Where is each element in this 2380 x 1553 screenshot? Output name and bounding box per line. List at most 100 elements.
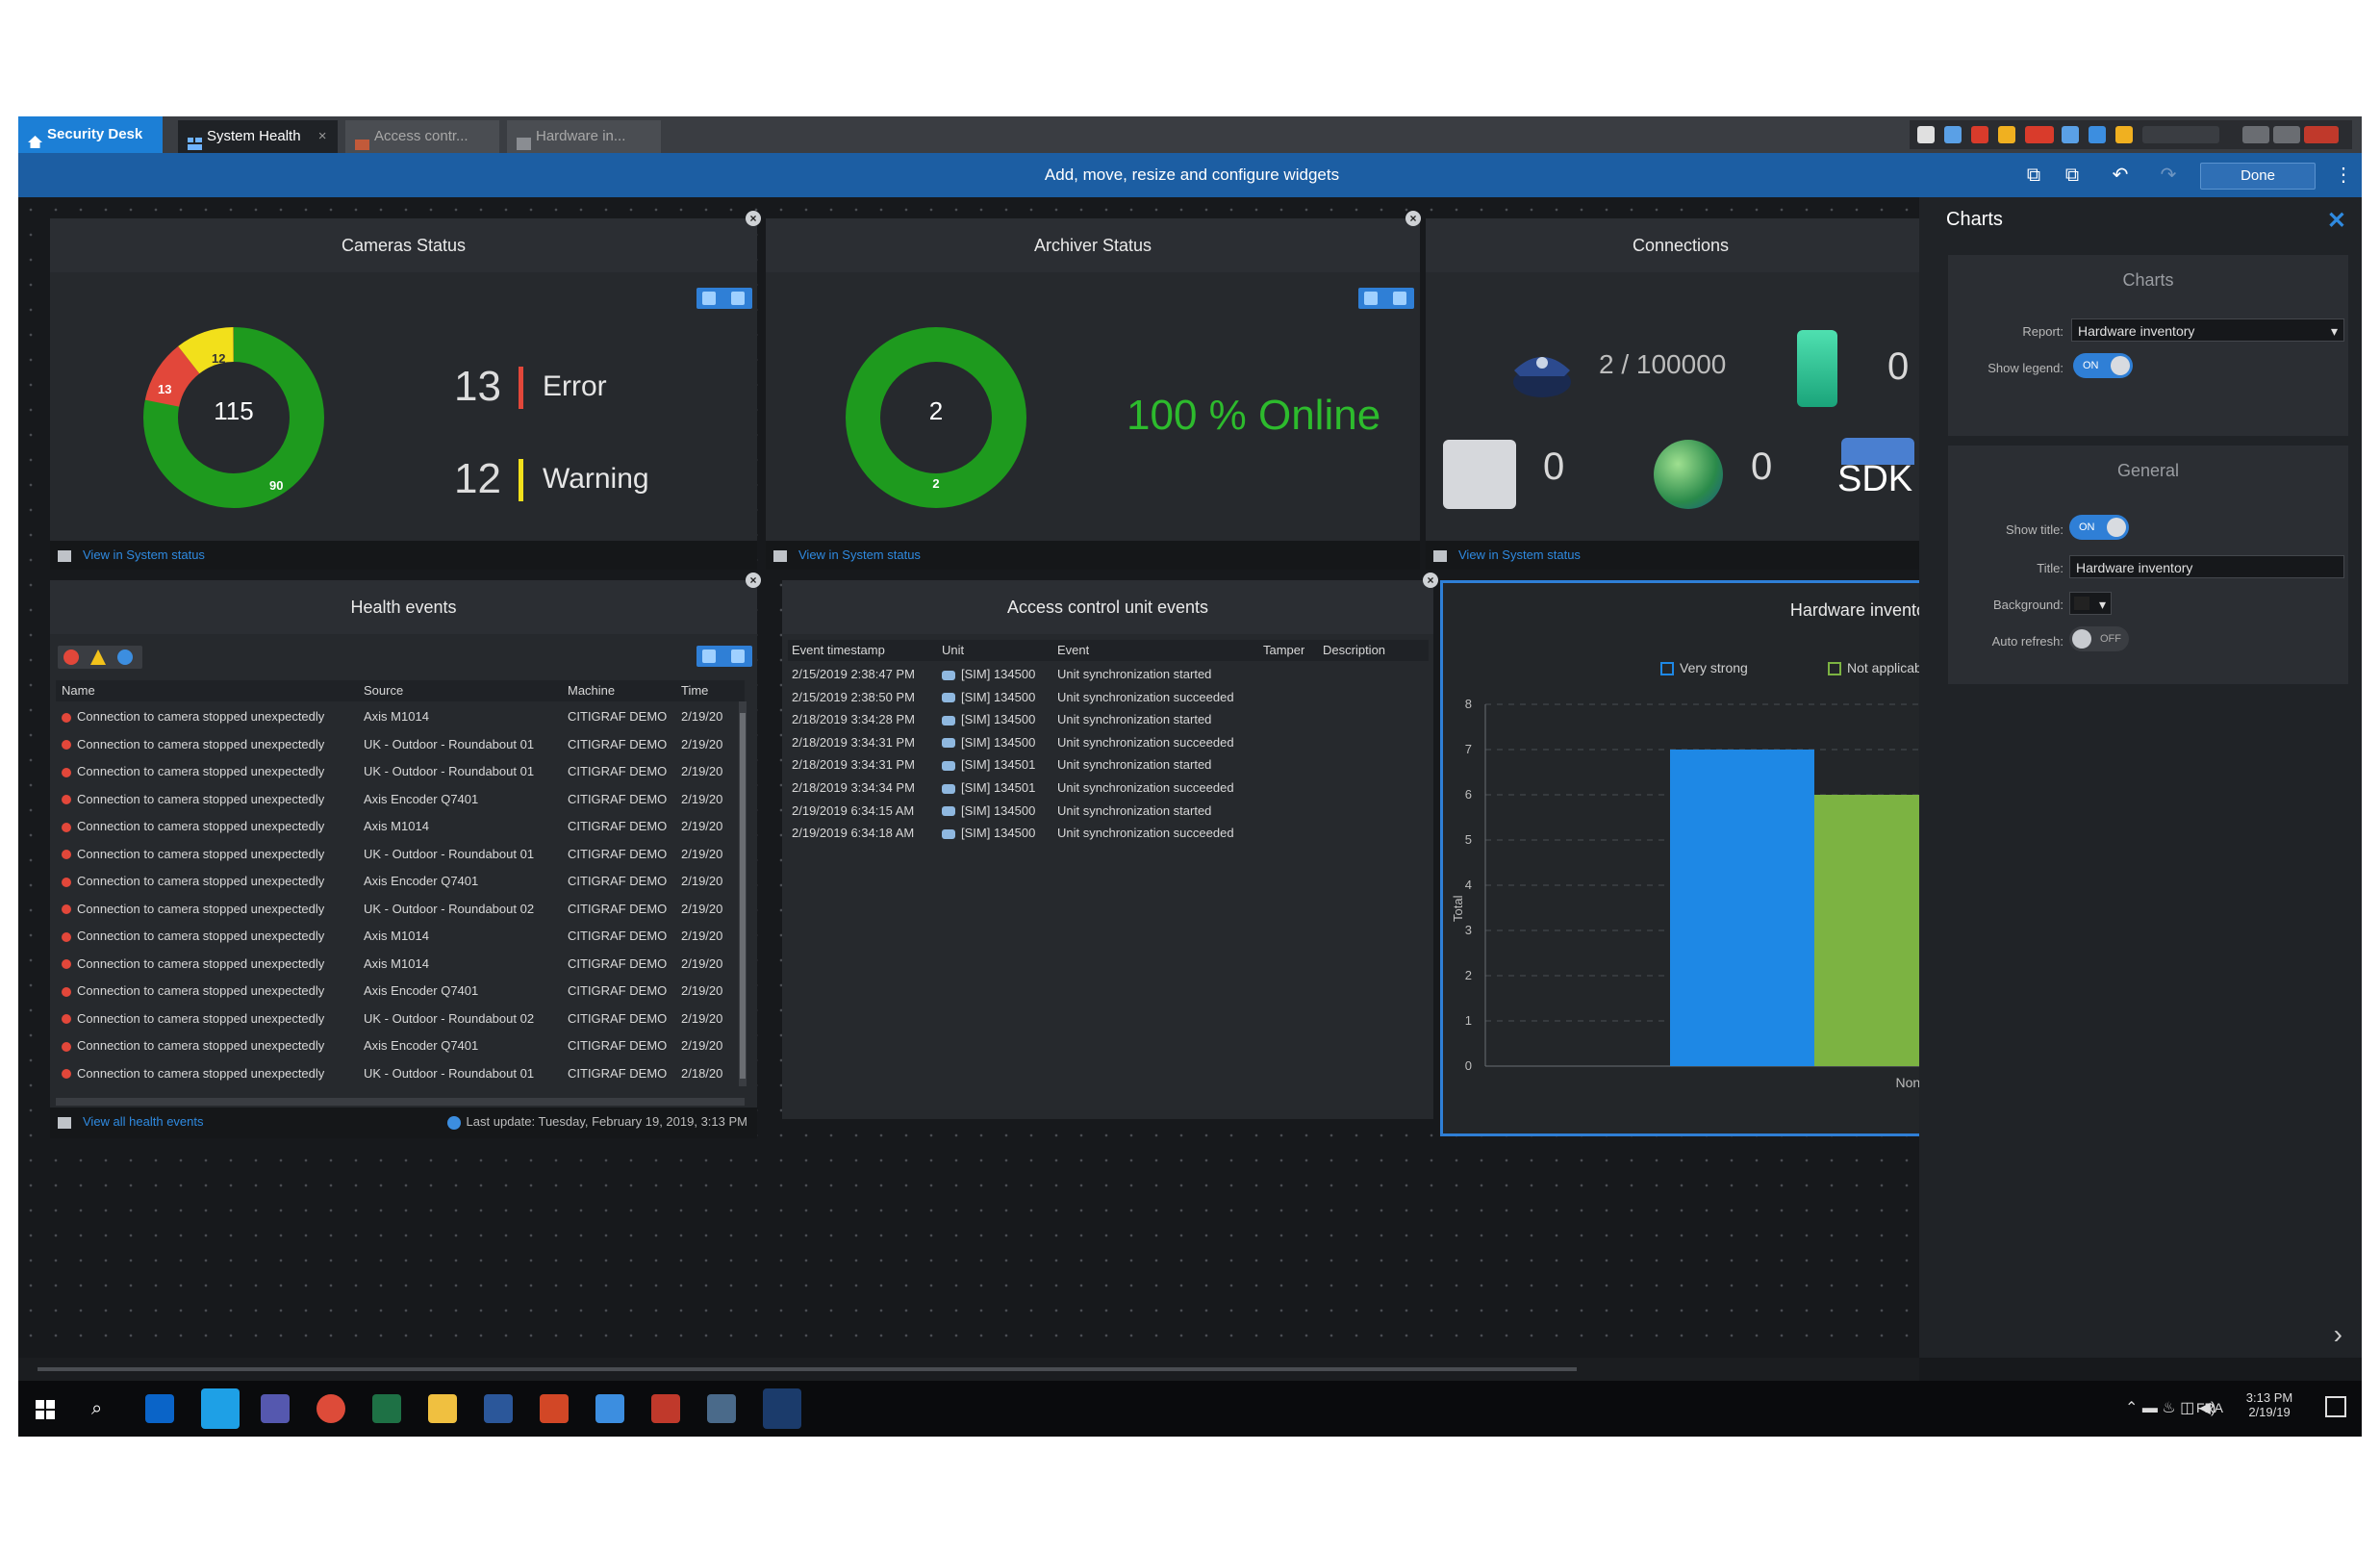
- notification-icon[interactable]: [1998, 126, 2015, 143]
- table-row[interactable]: Connection to camera stopped unexpectedl…: [56, 978, 745, 1005]
- column-header-name[interactable]: Name: [62, 680, 95, 701]
- language-indicator[interactable]: FRA: [2196, 1400, 2223, 1415]
- table-row[interactable]: Connection to camera stopped unexpectedl…: [56, 813, 745, 840]
- view-system-status-link[interactable]: View in System status: [798, 547, 921, 562]
- start-icon[interactable]: [36, 1400, 55, 1419]
- table-row[interactable]: Connection to camera stopped unexpectedl…: [56, 1060, 745, 1087]
- report-select[interactable]: Hardware inventory ▾: [2071, 318, 2344, 342]
- security-desk-icon[interactable]: [763, 1388, 801, 1429]
- column-header-tamper[interactable]: Tamper: [1263, 640, 1304, 661]
- title-input[interactable]: Hardware inventory: [2069, 555, 2344, 578]
- chrome-icon[interactable]: [316, 1394, 345, 1423]
- info-filter-icon[interactable]: [117, 649, 133, 665]
- archiver-status-widget[interactable]: Archiver Status 2 2 100 % Online View in…: [766, 218, 1420, 570]
- tab-security-desk[interactable]: Security Desk: [18, 116, 163, 153]
- tab-system-health[interactable]: System Health ×: [178, 120, 338, 153]
- view-toggle-button[interactable]: [1358, 288, 1414, 309]
- table-row[interactable]: Connection to camera stopped unexpectedl…: [56, 703, 745, 730]
- horizontal-scrollbar[interactable]: [56, 1098, 745, 1106]
- close-widget-icon[interactable]: ×: [1405, 211, 1421, 226]
- table-row[interactable]: Connection to camera stopped unexpectedl…: [56, 923, 745, 950]
- table-row[interactable]: Connection to camera stopped unexpectedl…: [56, 758, 745, 785]
- tab-access-control[interactable]: Access contr...: [345, 120, 499, 153]
- powerpoint-icon[interactable]: [540, 1394, 569, 1423]
- table-row[interactable]: 2/18/2019 3:34:28 PM [SIM] 134500 Unit syn…: [788, 708, 1429, 730]
- show-legend-toggle[interactable]: ON: [2073, 353, 2133, 378]
- table-row[interactable]: 2/19/2019 6:34:18 AM [SIM] 134500 Unit syn…: [788, 822, 1429, 844]
- word-icon[interactable]: [484, 1394, 513, 1423]
- refresh-icon[interactable]: [446, 1115, 461, 1130]
- taskbar-clock[interactable]: 3:13 PM 2/19/19: [2241, 1390, 2298, 1419]
- table-row[interactable]: Connection to camera stopped unexpectedl…: [56, 951, 745, 978]
- close-widget-icon[interactable]: ×: [746, 211, 761, 226]
- table-row[interactable]: Connection to camera stopped unexpectedl…: [56, 896, 745, 923]
- monitor-icon[interactable]: [1944, 126, 1962, 143]
- view-system-status-link[interactable]: View in System status: [1458, 547, 1581, 562]
- table-row[interactable]: 2/18/2019 3:34:31 PM [SIM] 134501 Unit syn…: [788, 753, 1429, 776]
- warning-filter-icon[interactable]: [90, 649, 106, 665]
- view-all-health-events-link[interactable]: View all health events: [83, 1114, 204, 1129]
- close-panel-icon[interactable]: ✕: [2327, 207, 2346, 235]
- table-row[interactable]: Connection to camera stopped unexpectedl…: [56, 1032, 745, 1059]
- view-system-status-link[interactable]: View in System status: [83, 547, 205, 562]
- column-header-unit[interactable]: Unit: [942, 640, 964, 661]
- show-title-toggle[interactable]: ON: [2069, 515, 2129, 540]
- table-row[interactable]: 2/15/2019 2:38:50 PM [SIM] 134500 Unit syn…: [788, 686, 1429, 708]
- excel-icon[interactable]: [372, 1394, 401, 1423]
- file-explorer-icon[interactable]: [428, 1394, 457, 1423]
- chevron-right-icon[interactable]: ›: [2334, 1319, 2342, 1350]
- maximize-icon[interactable]: [2273, 126, 2300, 143]
- close-widget-icon[interactable]: ×: [1423, 573, 1438, 588]
- column-header-event[interactable]: Event: [1057, 640, 1089, 661]
- close-widget-icon[interactable]: ×: [746, 573, 761, 588]
- paste-icon[interactable]: ⧉: [2062, 165, 2083, 186]
- auto-refresh-toggle[interactable]: OFF: [2069, 626, 2129, 651]
- column-header-machine[interactable]: Machine: [568, 680, 615, 701]
- access-control-events-widget[interactable]: Access control unit events Event timesta…: [782, 580, 1433, 1119]
- legend-item-not-applicable[interactable]: Not applicable: [1828, 660, 1933, 676]
- tab-close-icon[interactable]: ×: [318, 128, 327, 144]
- alarm-icon[interactable]: [1971, 126, 1988, 143]
- bar-very-strong[interactable]: [1670, 750, 1814, 1066]
- copy-icon[interactable]: ⧉: [2023, 165, 2044, 186]
- redo-icon[interactable]: ↷: [2158, 165, 2179, 186]
- connections-widget[interactable]: Connections 2 / 100000 0 0 0 SDK View in…: [1426, 218, 1936, 570]
- background-color-picker[interactable]: ▾: [2069, 592, 2112, 615]
- table-row[interactable]: 2/19/2019 6:34:15 AM [SIM] 134500 Unit syn…: [788, 800, 1429, 822]
- health-events-widget[interactable]: Health events Name Source Machine Time C…: [50, 580, 757, 1138]
- outlook-icon[interactable]: [145, 1394, 174, 1423]
- skype-icon[interactable]: [201, 1388, 240, 1429]
- table-row[interactable]: Connection to camera stopped unexpectedl…: [56, 786, 745, 813]
- settings-icon[interactable]: [1917, 126, 1935, 143]
- app-icon[interactable]: [595, 1394, 624, 1423]
- tab-hardware-inventory[interactable]: Hardware in...: [507, 120, 661, 153]
- search-icon[interactable]: ⌕: [91, 1398, 102, 1420]
- column-header-time[interactable]: Time: [681, 680, 708, 701]
- table-row[interactable]: Connection to camera stopped unexpectedl…: [56, 841, 745, 868]
- table-row[interactable]: 2/15/2019 2:38:47 PM [SIM] 134500 Unit syn…: [788, 663, 1429, 685]
- volume-icon[interactable]: [2062, 126, 2079, 143]
- minimize-icon[interactable]: [2242, 126, 2269, 143]
- table-row[interactable]: Connection to camera stopped unexpectedl…: [56, 731, 745, 758]
- table-row[interactable]: 2/18/2019 3:34:31 PM [SIM] 134500 Unit syn…: [788, 731, 1429, 753]
- action-center-icon[interactable]: [2325, 1396, 2346, 1417]
- alert-badge-icon[interactable]: [2025, 126, 2054, 143]
- tool-icon[interactable]: [651, 1394, 680, 1423]
- table-row[interactable]: 2/18/2019 3:34:34 PM [SIM] 134501 Unit syn…: [788, 776, 1429, 799]
- done-button[interactable]: Done: [2200, 163, 2316, 190]
- error-filter-icon[interactable]: [63, 649, 79, 665]
- column-header-event-timestamp[interactable]: Event timestamp: [792, 640, 885, 661]
- view-toggle-button[interactable]: [696, 646, 752, 667]
- close-window-icon[interactable]: [2304, 126, 2339, 143]
- network-icon[interactable]: [2089, 126, 2106, 143]
- table-row[interactable]: Connection to camera stopped unexpectedl…: [56, 1006, 745, 1032]
- photos-icon[interactable]: [707, 1394, 736, 1423]
- warning-icon[interactable]: [2115, 126, 2133, 143]
- hardware-inventory-widget[interactable]: Hardware invento Very strong Not applica…: [1440, 580, 1940, 1136]
- view-toggle-button[interactable]: [696, 288, 752, 309]
- cameras-status-widget[interactable]: Cameras Status 115 13 12 90 13 Error 12 …: [50, 218, 757, 570]
- undo-icon[interactable]: ↶: [2110, 165, 2131, 186]
- legend-item-very-strong[interactable]: Very strong: [1660, 660, 1748, 676]
- vertical-scrollbar[interactable]: [739, 701, 747, 1086]
- teams-icon[interactable]: [261, 1394, 290, 1423]
